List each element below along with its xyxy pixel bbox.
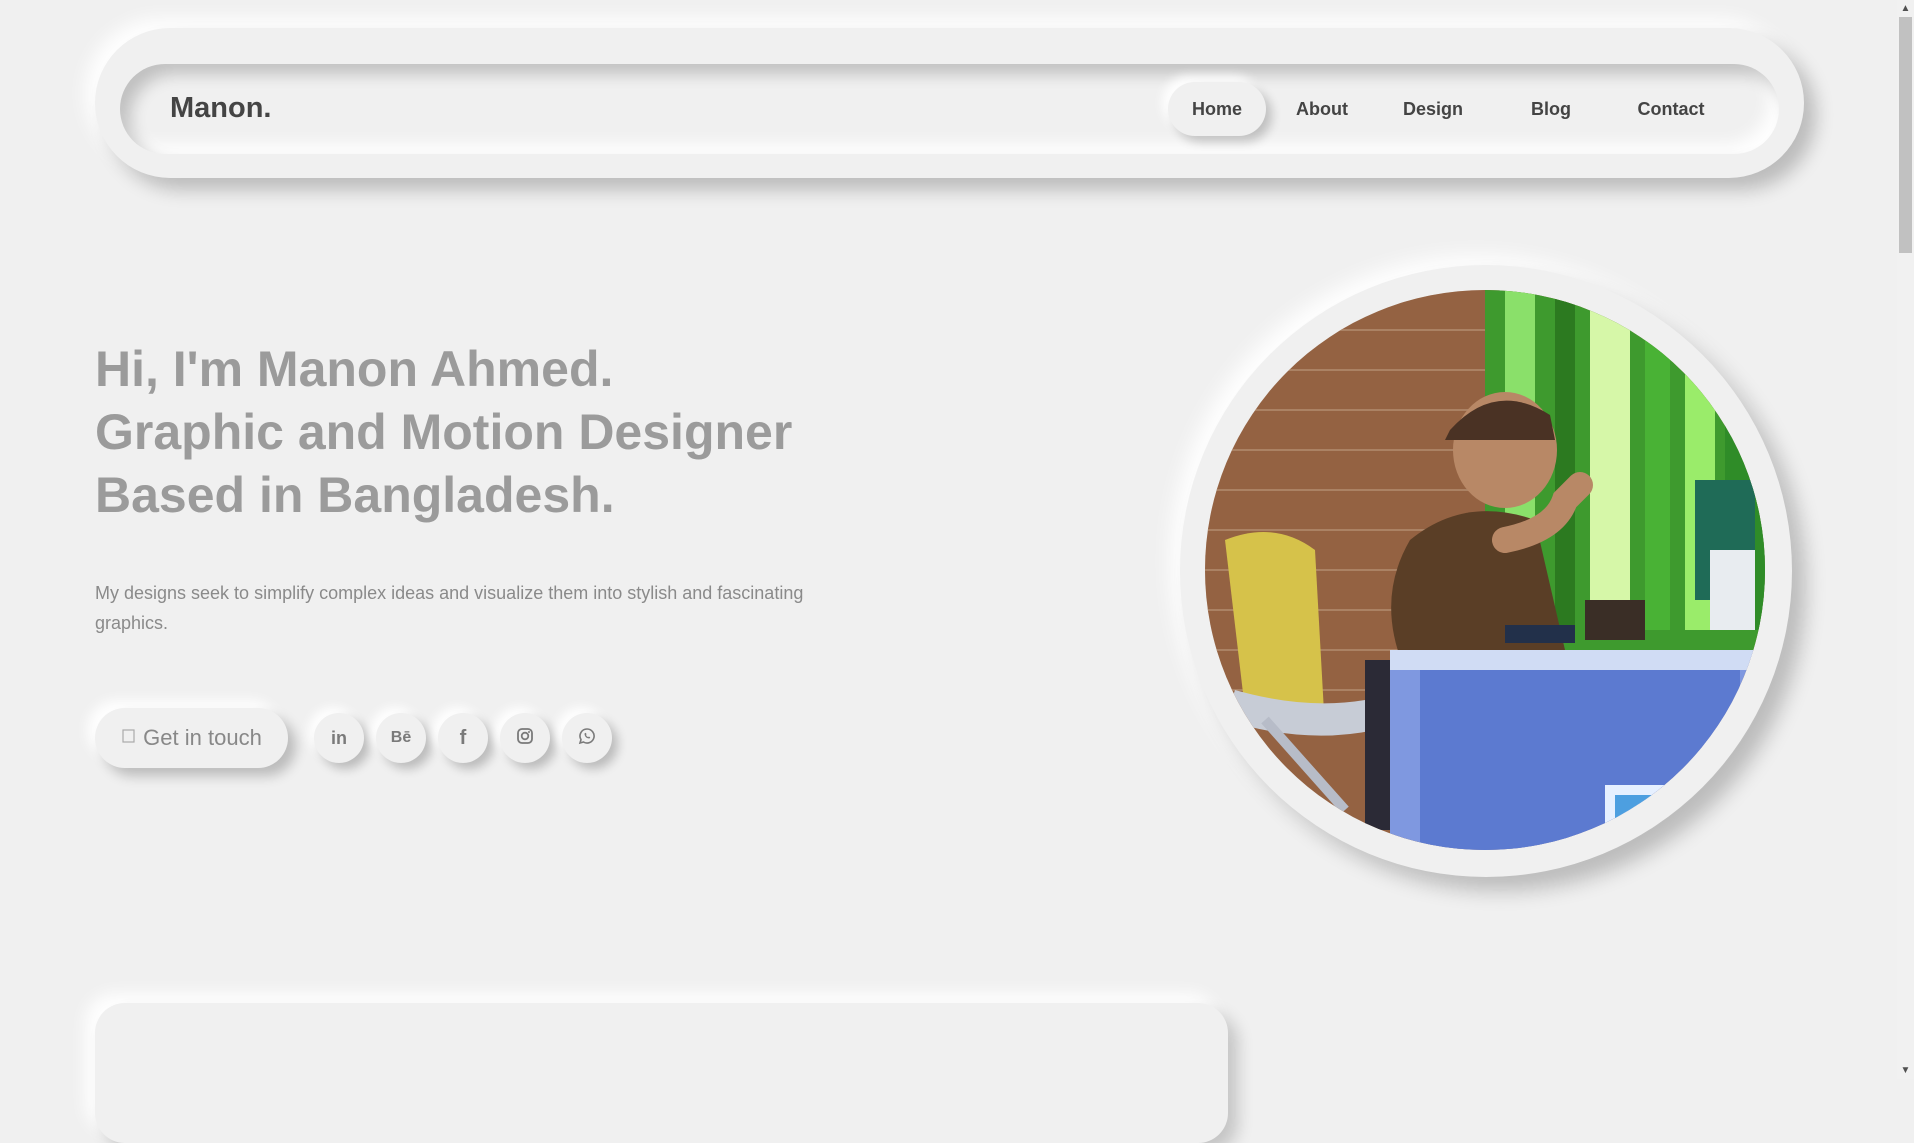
scroll-down-arrow-icon[interactable]: ▼ <box>1897 1062 1914 1079</box>
behance-icon: Bē <box>390 729 412 746</box>
hero-title-line-1: Hi, I'm Manon Ahmed. <box>95 341 614 397</box>
nav-links: Home About Design Blog Contact <box>1168 82 1728 136</box>
nav-link-blog[interactable]: Blog <box>1488 82 1614 136</box>
nav-link-home[interactable]: Home <box>1168 82 1266 136</box>
get-in-touch-label: Get in touch <box>143 725 262 750</box>
instagram-icon <box>516 727 534 750</box>
profile-photo-frame <box>1180 265 1792 877</box>
whatsapp-button[interactable] <box>562 713 612 763</box>
instagram-button[interactable] <box>500 713 550 763</box>
whatsapp-icon <box>578 727 596 750</box>
scroll-up-arrow-icon[interactable]: ▲ <box>1897 0 1914 17</box>
profile-photo <box>1205 290 1765 850</box>
hero-title: Hi, I'm Manon Ahmed. Graphic and Motion … <box>95 338 915 527</box>
linkedin-icon: in <box>331 727 347 748</box>
navbar: Manon. Home About Design Blog Contact <box>95 28 1804 178</box>
facebook-icon: f <box>459 726 467 749</box>
site-logo[interactable]: Manon. <box>170 92 272 125</box>
hero-description: My designs seek to simplify complex idea… <box>95 583 804 633</box>
social-links: in Bē f <box>314 713 612 763</box>
behance-button[interactable]: Bē <box>376 713 426 763</box>
hero-title-line-3: Based in Bangladesh. <box>95 467 615 523</box>
navbar-inner: Manon. Home About Design Blog Contact <box>120 64 1779 154</box>
paper-plane-icon <box>121 728 137 749</box>
scrollbar-thumb[interactable] <box>1899 17 1912 253</box>
nav-link-contact[interactable]: Contact <box>1614 82 1728 136</box>
content-card <box>95 1003 1228 1143</box>
facebook-button[interactable]: f <box>438 713 488 763</box>
hero-title-line-2: Graphic and Motion Designer <box>95 404 793 460</box>
get-in-touch-button[interactable]: Get in touch <box>95 708 288 768</box>
linkedin-button[interactable]: in <box>314 713 364 763</box>
nav-link-design[interactable]: Design <box>1378 82 1488 136</box>
nav-link-about[interactable]: About <box>1266 82 1378 136</box>
scrollbar[interactable]: ▲ ▼ <box>1897 0 1914 1079</box>
